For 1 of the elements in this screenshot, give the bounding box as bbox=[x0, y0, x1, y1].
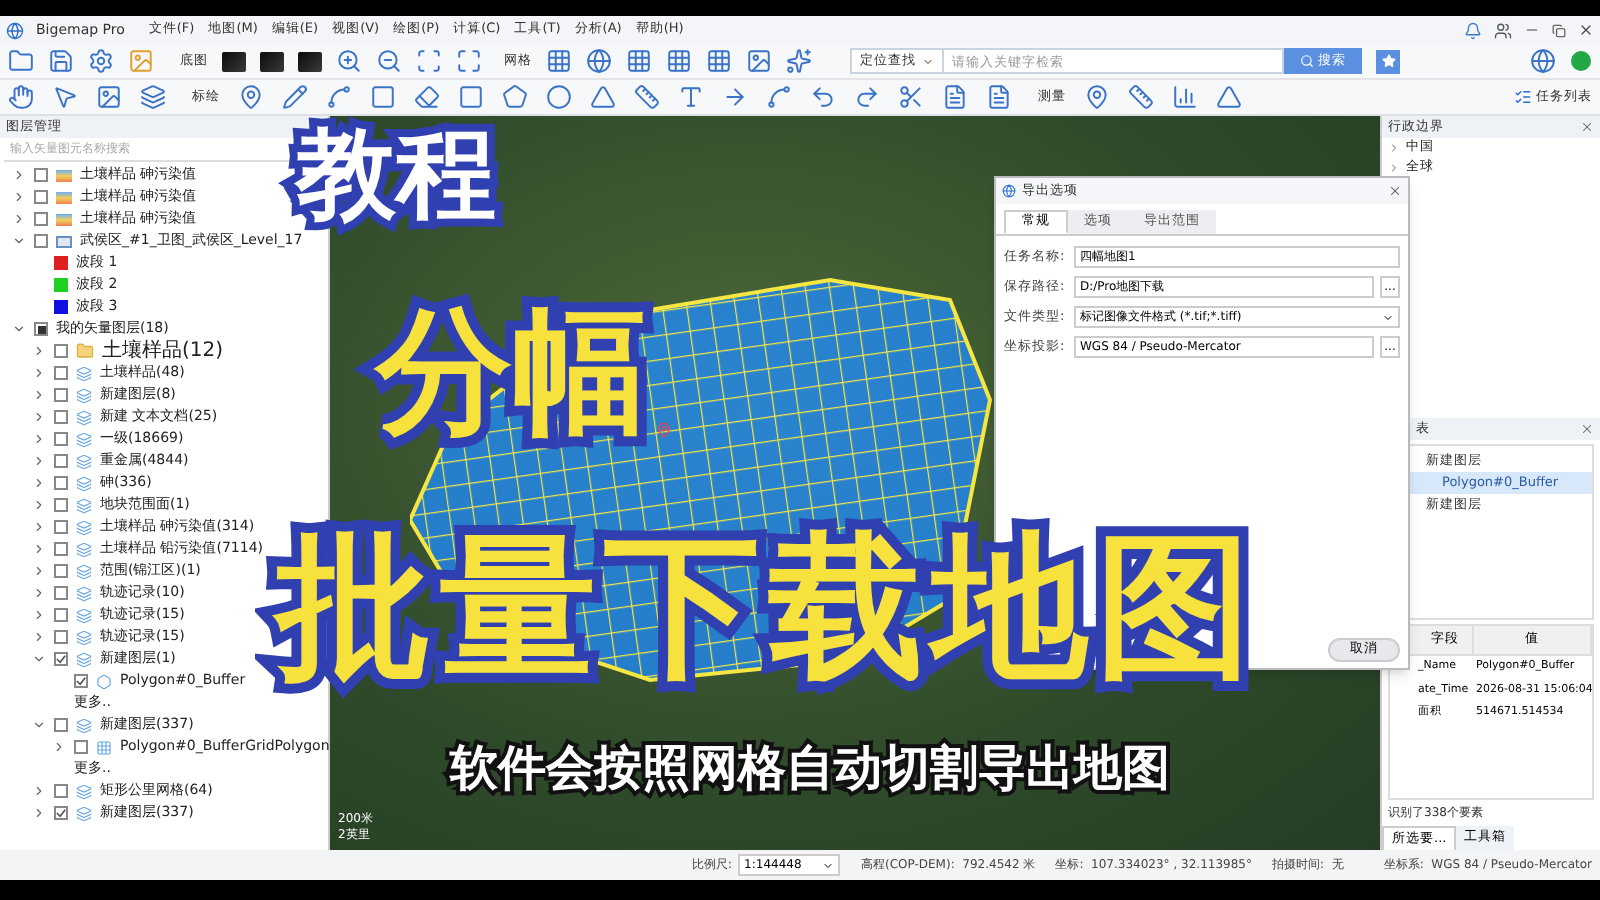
subtitle-caption: 软件会按照网格自动切割导出地图 bbox=[447, 738, 1172, 800]
